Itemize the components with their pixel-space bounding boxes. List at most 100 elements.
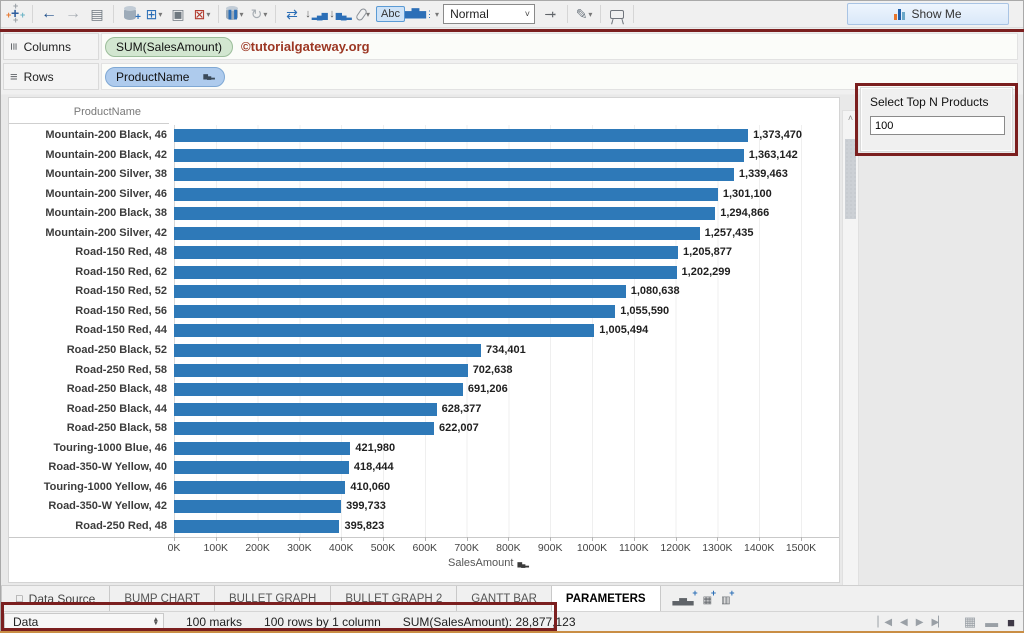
sort-descending-icon[interactable]: ↓ ▆▄▂ xyxy=(328,3,352,25)
bar-mark[interactable] xyxy=(174,480,346,494)
bar-mark[interactable] xyxy=(174,402,437,416)
group-members-paperclip-icon[interactable]: ▾ xyxy=(352,3,376,25)
bar-mark[interactable] xyxy=(174,500,342,514)
clear-sheet-icon[interactable]: ⊠ ▾ xyxy=(190,3,214,25)
row-label[interactable]: Mountain-200 Silver, 46 xyxy=(9,185,167,205)
row-label[interactable]: Road-350-W Yellow, 42 xyxy=(9,497,167,517)
bar-mark[interactable] xyxy=(174,519,340,533)
scroll-up-icon[interactable]: ˄ xyxy=(843,113,858,123)
highlight-pen-icon[interactable]: ✎ ▾ xyxy=(572,3,596,25)
scrollbar-thumb[interactable] xyxy=(845,139,856,219)
next-sheet-icon[interactable]: ▶ xyxy=(916,617,924,628)
swap-rows-columns-icon[interactable]: ⇄ xyxy=(280,3,304,25)
row-label[interactable]: Road-350-W Yellow, 40 xyxy=(9,458,167,478)
show-filmstrip-icon[interactable]: ▬ xyxy=(985,615,998,630)
bar-value-label: 734,401 xyxy=(485,344,526,357)
bar-mark[interactable] xyxy=(174,207,716,221)
row-label[interactable]: Road-250 Black, 58 xyxy=(9,419,167,439)
row-label[interactable]: Touring-1000 Blue, 46 xyxy=(9,439,168,459)
tab-label: BULLET GRAPH 2 xyxy=(345,592,443,605)
bar-mark[interactable] xyxy=(174,304,616,318)
bar-mark[interactable] xyxy=(174,422,434,436)
tab-parameters[interactable]: PARAMETERS xyxy=(551,586,661,611)
top-n-input[interactable] xyxy=(870,116,1005,135)
tab-bullet-graph-2[interactable]: BULLET GRAPH 2 xyxy=(331,586,458,611)
axis-tick-mark xyxy=(174,537,175,541)
mark-type-icon[interactable]: ▅▇▅ ⋮ ▾ xyxy=(405,3,439,25)
aggregate-summary: SUM(SalesAmount): 28,877,123 xyxy=(402,615,576,629)
show-mark-labels-button[interactable]: Abc xyxy=(376,3,405,25)
bar-mark[interactable] xyxy=(174,129,749,142)
bar-mark[interactable] xyxy=(174,246,679,260)
bar-row: Mountain-200 Black, 38 1,294,866 xyxy=(9,204,839,224)
row-label[interactable]: Road-150 Red, 52 xyxy=(9,282,167,302)
bar-mark[interactable] xyxy=(174,187,718,201)
new-story-icon[interactable]: ▥ + xyxy=(721,588,734,606)
pause-auto-updates-icon[interactable]: ▌▌ ▾ xyxy=(223,3,247,25)
redo-forward-icon[interactable]: → xyxy=(61,3,85,25)
bar-mark[interactable] xyxy=(174,441,351,455)
save-icon[interactable]: ▤ xyxy=(85,3,109,25)
first-sheet-icon[interactable]: ▏◀ xyxy=(878,617,892,628)
row-label[interactable]: Mountain-200 Black, 46 xyxy=(9,126,167,146)
data-source-selector[interactable]: Data ▲ ▼ xyxy=(4,612,164,632)
row-label[interactable]: Road-250 Black, 44 xyxy=(9,400,167,420)
last-sheet-icon[interactable]: ▶▏ xyxy=(931,617,945,628)
bar-mark[interactable] xyxy=(174,324,595,338)
vertical-scrollbar[interactable]: ˄ ˅ xyxy=(842,110,859,632)
rows-shelf-area[interactable]: ProductName ▆▄▂ xyxy=(101,63,1018,90)
annotation-line-columns-shelf xyxy=(0,29,1024,32)
refresh-data-icon[interactable]: ↻ ▾ xyxy=(247,3,271,25)
row-label[interactable]: Road-250 Black, 52 xyxy=(9,341,167,361)
row-label[interactable]: Road-150 Red, 62 xyxy=(9,263,167,283)
bar-row: Road-250 Red, 48 395,823 xyxy=(9,517,839,537)
tab-bump-chart[interactable]: BUMP CHART xyxy=(110,586,215,611)
new-dashboard-icon[interactable]: ▦ + xyxy=(703,588,716,606)
sort-ascending-icon[interactable]: ↓ ▂▄▆ xyxy=(304,3,328,25)
row-label[interactable]: Road-250 Red, 48 xyxy=(9,517,167,537)
row-header-title: ProductName xyxy=(9,103,169,124)
bar-value-label: 1,373,470 xyxy=(753,129,803,141)
axis-tick-label: 1500K xyxy=(785,542,817,554)
show-me-button[interactable]: Show Me xyxy=(847,3,1009,25)
duplicate-sheet-icon[interactable]: ▣ xyxy=(166,3,190,25)
fix-axes-pin-icon[interactable]: † xyxy=(539,3,563,25)
undo-back-icon[interactable]: ← xyxy=(37,3,61,25)
productname-pill[interactable]: ProductName ▆▄▂ xyxy=(105,66,225,87)
show-tabs-icon[interactable]: ■ xyxy=(1007,615,1015,630)
bar-mark[interactable] xyxy=(174,363,468,377)
new-worksheet-icon[interactable]: ⊞ ▾ xyxy=(142,3,166,25)
add-data-source-icon[interactable]: + xyxy=(118,3,142,25)
row-label[interactable]: Road-250 Black, 48 xyxy=(9,380,167,400)
x-axis-title[interactable]: SalesAmount ▆▄▂ xyxy=(174,557,802,569)
bar-mark[interactable] xyxy=(174,148,744,162)
tab-gantt-bar[interactable]: GANTT BAR xyxy=(457,586,552,611)
row-label[interactable]: Mountain-200 Silver, 38 xyxy=(9,165,167,185)
bar-mark[interactable] xyxy=(174,344,481,358)
row-label[interactable]: Road-250 Red, 58 xyxy=(9,361,167,381)
row-label[interactable]: Mountain-200 Black, 42 xyxy=(9,146,167,166)
sum-salesamount-pill[interactable]: SUM(SalesAmount) xyxy=(105,36,234,57)
row-label[interactable]: Road-150 Red, 48 xyxy=(9,243,167,263)
bar-mark[interactable] xyxy=(174,461,349,475)
row-label[interactable]: Mountain-200 Silver, 42 xyxy=(9,224,167,244)
tab-data-source[interactable]: □ Data Source xyxy=(1,586,111,611)
toolbar: + + + + + ← → ▤ + ⊞ ▾ ▣ ⊠ ▾ ▌▌ ▾ ↻ ▾ ⇄ ↓ ▂▄▆ ↓ ▆▄▂… xyxy=(1,1,1023,28)
row-label[interactable]: Road-150 Red, 56 xyxy=(9,302,167,322)
bar-mark[interactable] xyxy=(174,383,463,397)
bar-mark[interactable] xyxy=(174,285,626,299)
bar-mark[interactable] xyxy=(174,226,700,240)
toolbar-separator xyxy=(567,5,569,23)
previous-sheet-icon[interactable]: ◀ xyxy=(900,617,908,628)
fit-select[interactable]: Normal ˅ xyxy=(443,4,536,24)
tab-bullet-graph[interactable]: BULLET GRAPH xyxy=(215,586,332,611)
row-label[interactable]: Touring-1000 Yellow, 46 xyxy=(9,478,167,498)
row-label[interactable]: Mountain-200 Black, 38 xyxy=(9,204,167,224)
columns-shelf-area[interactable]: SUM(SalesAmount) ©tutorialgateway.org xyxy=(101,33,1018,60)
row-label[interactable]: Road-150 Red, 44 xyxy=(9,321,167,341)
show-sheet-sorter-icon[interactable]: ▦ xyxy=(964,614,976,630)
bar-mark[interactable] xyxy=(174,168,734,182)
presentation-mode-icon[interactable] xyxy=(605,3,629,25)
new-worksheet-icon[interactable]: ▃▅▃ + xyxy=(673,588,698,606)
bar-mark[interactable] xyxy=(174,265,677,279)
